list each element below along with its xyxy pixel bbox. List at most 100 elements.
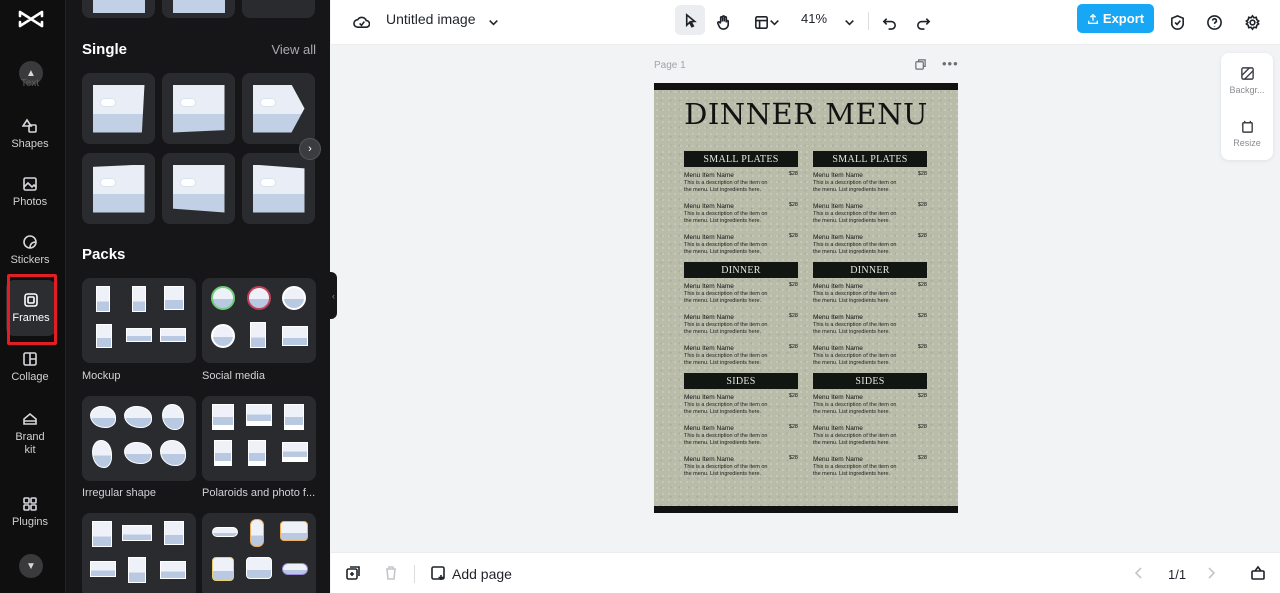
resize-icon bbox=[1241, 120, 1253, 133]
panel-collapse-handle[interactable]: ‹ bbox=[330, 272, 337, 319]
add-page-plus-icon[interactable] bbox=[430, 565, 448, 583]
menu-item[interactable]: Menu Item Name $28 This is a description o… bbox=[813, 167, 927, 198]
redo-icon[interactable] bbox=[910, 9, 936, 35]
menu-item[interactable]: Menu Item Name $28 This is a description o… bbox=[813, 278, 927, 309]
zoom-chevron-down-icon[interactable] bbox=[836, 9, 862, 35]
menu-item[interactable]: Menu Item Name $28 This is a description o… bbox=[684, 167, 798, 198]
menu-item-name: Menu Item Name bbox=[813, 394, 863, 401]
menu-item-desc: This is a description of the item on bbox=[684, 402, 768, 408]
menu-section-header[interactable]: SMALL PLATES bbox=[813, 151, 927, 167]
menu-item-name: Menu Item Name bbox=[813, 314, 863, 321]
frame-tile[interactable] bbox=[242, 73, 315, 144]
capcut-logo-icon[interactable] bbox=[17, 8, 45, 30]
duplicate-page-icon[interactable] bbox=[914, 58, 927, 74]
menu-item-desc: This is a description of the item on bbox=[813, 180, 897, 186]
page-more-options-icon[interactable]: ••• bbox=[942, 56, 959, 71]
frame-tile[interactable] bbox=[162, 153, 235, 224]
frame-tile[interactable] bbox=[82, 0, 155, 18]
pack-polaroids[interactable] bbox=[202, 396, 316, 481]
menu-section-header[interactable]: SMALL PLATES bbox=[684, 151, 798, 167]
menu-item[interactable]: Menu Item Name $28 This is a description o… bbox=[684, 340, 798, 373]
prev-page-icon[interactable] bbox=[1131, 565, 1149, 583]
resize-button[interactable]: Resize bbox=[1221, 119, 1273, 148]
stickers-icon bbox=[23, 234, 37, 249]
menu-item-desc: the menu. List ingredients here. bbox=[813, 329, 891, 335]
menu-item[interactable]: Menu Item Name $28 This is a description o… bbox=[813, 309, 927, 340]
menu-item-desc: the menu. List ingredients here. bbox=[684, 218, 762, 224]
menu-item[interactable]: Menu Item Name $28 This is a description o… bbox=[684, 198, 798, 229]
rail-item-shapes[interactable]: Shapes bbox=[0, 106, 60, 162]
rail-item-plugins[interactable]: Plugins bbox=[0, 484, 60, 540]
cloud-sync-icon[interactable] bbox=[348, 9, 374, 35]
view-all-link[interactable]: View all bbox=[271, 42, 316, 57]
background-icon bbox=[1240, 67, 1254, 80]
add-page-button[interactable]: Add page bbox=[452, 566, 512, 582]
menu-item[interactable]: Menu Item Name $28 This is a description o… bbox=[684, 278, 798, 309]
menu-section-header[interactable]: SIDES bbox=[684, 373, 798, 389]
menu-item-desc: This is a description of the item on bbox=[684, 353, 768, 359]
menu-item[interactable]: Menu Item Name $28 This is a description o… bbox=[684, 309, 798, 340]
menu-item-name: Menu Item Name bbox=[684, 345, 734, 352]
menu-item-desc: the menu. List ingredients here. bbox=[813, 249, 891, 255]
delete-page-icon[interactable] bbox=[383, 565, 401, 583]
rail-item-brand-kit[interactable]: Brand kit bbox=[0, 404, 60, 464]
frame-tile[interactable] bbox=[82, 153, 155, 224]
menu-item-price: $28 bbox=[917, 202, 927, 208]
title-chevron-down-icon[interactable] bbox=[480, 9, 506, 35]
layout-chevron-down-icon[interactable] bbox=[765, 9, 783, 35]
pack-mockup[interactable] bbox=[82, 278, 196, 363]
page-manager-icon[interactable] bbox=[1250, 565, 1268, 583]
rail-scroll-down-icon[interactable]: ▼ bbox=[19, 554, 43, 578]
zoom-level[interactable]: 41% bbox=[801, 11, 827, 26]
menu-section-header[interactable]: DINNER bbox=[813, 262, 927, 278]
next-page-icon[interactable] bbox=[1203, 565, 1221, 583]
background-label: Backgr... bbox=[1229, 85, 1265, 95]
menu-title[interactable]: DINNER MENU bbox=[654, 97, 958, 131]
menu-section-header[interactable]: SIDES bbox=[813, 373, 927, 389]
frame-tile[interactable] bbox=[242, 153, 315, 224]
pack-torn-paper[interactable] bbox=[82, 513, 196, 593]
add-page-icon[interactable] bbox=[345, 565, 363, 583]
menu-item[interactable]: Menu Item Name $28 This is a description o… bbox=[684, 420, 798, 451]
menu-item[interactable]: Menu Item Name $28 This is a description o… bbox=[813, 389, 927, 420]
rail-item-label: Collage bbox=[11, 370, 49, 383]
menu-item[interactable]: Menu Item Name $28 This is a description o… bbox=[813, 420, 927, 451]
frame-tile[interactable] bbox=[162, 73, 235, 144]
rail-item-collage[interactable]: Collage bbox=[0, 339, 60, 395]
frame-tile[interactable] bbox=[242, 0, 315, 18]
dinner-menu-design[interactable]: DINNER MENU SMALL PLATES Menu Item Name $… bbox=[654, 83, 958, 513]
hand-tool-icon[interactable] bbox=[710, 9, 736, 35]
single-section-title: Single bbox=[82, 41, 128, 58]
menu-item[interactable]: Menu Item Name $28 This is a description o… bbox=[684, 389, 798, 420]
pack-social-media[interactable] bbox=[202, 278, 316, 363]
rail-item-stickers[interactable]: Stickers bbox=[0, 222, 60, 278]
single-next-arrow-icon[interactable]: › bbox=[299, 138, 321, 160]
pack-irregular-shape[interactable] bbox=[82, 396, 196, 481]
help-icon[interactable] bbox=[1201, 9, 1227, 35]
menu-item[interactable]: Menu Item Name $28 This is a description o… bbox=[813, 340, 927, 373]
undo-icon[interactable] bbox=[876, 9, 902, 35]
frame-tile[interactable] bbox=[162, 0, 235, 18]
menu-section-header[interactable]: DINNER bbox=[684, 262, 798, 278]
settings-gear-icon[interactable] bbox=[1239, 9, 1265, 35]
menu-item[interactable]: Menu Item Name $28 This is a description o… bbox=[813, 229, 927, 262]
menu-item-desc: This is a description of the item on bbox=[813, 322, 897, 328]
frame-tile[interactable] bbox=[82, 73, 155, 144]
menu-item[interactable]: Menu Item Name $28 This is a description o… bbox=[684, 451, 798, 482]
menu-item-desc: the menu. List ingredients here. bbox=[813, 440, 891, 446]
background-button[interactable]: Backgr... bbox=[1221, 66, 1273, 95]
menu-item-name: Menu Item Name bbox=[813, 234, 863, 241]
top-toolbar: Untitled image 41% Export bbox=[331, 0, 1280, 45]
menu-item[interactable]: Menu Item Name $28 This is a description o… bbox=[813, 451, 927, 482]
select-tool-icon[interactable] bbox=[675, 5, 705, 35]
menu-item-desc: the menu. List ingredients here. bbox=[684, 360, 762, 366]
pack-speech-bubbles[interactable] bbox=[202, 513, 316, 593]
shield-icon[interactable] bbox=[1164, 9, 1190, 35]
menu-item[interactable]: Menu Item Name $28 This is a description o… bbox=[813, 198, 927, 229]
menu-item[interactable]: Menu Item Name $28 This is a description o… bbox=[684, 229, 798, 262]
menu-item-desc: This is a description of the item on bbox=[684, 242, 768, 248]
menu-item-desc: This is a description of the item on bbox=[684, 180, 768, 186]
document-title[interactable]: Untitled image bbox=[386, 11, 476, 27]
export-button[interactable]: Export bbox=[1077, 4, 1154, 33]
rail-item-photos[interactable]: Photos bbox=[0, 164, 60, 220]
